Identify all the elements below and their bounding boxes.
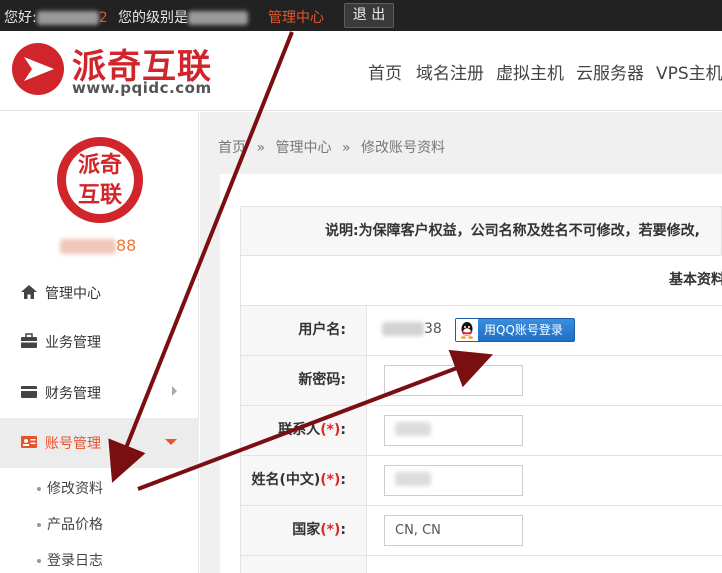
blurred-username-value [382, 322, 424, 336]
breadcrumb-separator: » [341, 140, 351, 156]
contact-label: 联系人(*): [241, 406, 367, 455]
sidebar: 派奇 互联 88 管理中心 业务管理 财务管理 账号管理 修改资料 产品价格 登… [0, 112, 199, 573]
password-input[interactable] [384, 365, 523, 396]
sidebar-item-admin-center[interactable]: 管理中心 [0, 268, 199, 318]
greeting-text: 您好: [4, 10, 37, 26]
row-username: 用户名: 38 用QQ账号登录 [240, 306, 722, 356]
breadcrumb-separator: » [256, 140, 266, 156]
required-mark: (*) [320, 472, 341, 488]
submenu-label: 登录日志 [47, 553, 103, 569]
level-text: 您的级别是 [118, 7, 248, 27]
avatar: 派奇 互联 [57, 137, 143, 223]
home-icon [21, 285, 37, 299]
id-card-icon [21, 436, 37, 448]
label-colon: : [340, 472, 346, 488]
chinese-name-label: 姓名(中文)(*): [241, 456, 367, 505]
sidebar-item-label: 账号管理 [45, 436, 101, 452]
qq-login-button[interactable]: 用QQ账号登录 [455, 318, 575, 342]
blurred-contact-value [395, 422, 431, 436]
bullet-icon [37, 523, 41, 527]
username-label: 用户名: [241, 306, 367, 355]
contact-label-text: 联系人 [278, 422, 321, 438]
card-icon [21, 386, 37, 398]
breadcrumb-current: 修改账号资料 [360, 140, 445, 156]
label-colon: : [340, 522, 346, 538]
greeting: 您好: 2 [4, 7, 108, 27]
required-mark: (*) [320, 422, 341, 438]
qq-icon [456, 319, 478, 341]
greeting-tail: 2 [98, 10, 108, 26]
top-user-bar: 您好: 2 您的级别是 管理中心 退 出 [0, 0, 722, 31]
blurred-username [36, 11, 99, 25]
section-title: 基本资料 [240, 256, 722, 306]
required-mark: (*) [320, 522, 341, 538]
sidebar-item-label: 业务管理 [45, 335, 101, 351]
nav-hosting[interactable]: 虚拟主机 [496, 59, 564, 84]
country-label: 国家(*): [241, 506, 367, 555]
blurred-level [188, 11, 248, 25]
breadcrumb-admin-center[interactable]: 管理中心 [275, 140, 331, 156]
level-label: 您的级别是 [118, 10, 188, 26]
submenu-edit-profile[interactable]: 修改资料 [37, 478, 103, 498]
label-colon: : [340, 422, 346, 438]
sidebar-item-finance[interactable]: 财务管理 [0, 368, 199, 418]
nav-vps[interactable]: VPS主机 [656, 59, 722, 84]
avatar-logo: 派奇 互联 [66, 146, 134, 214]
notice-text: 说明:为保障客户权益，公司名称及姓名不可修改，若要修改, [240, 206, 722, 256]
logo-icon[interactable] [10, 41, 66, 97]
nav-cloud[interactable]: 云服务器 [576, 59, 644, 84]
country-input[interactable]: CN, CN [384, 515, 523, 546]
chinese-name-label-text: 姓名(中文) [251, 472, 321, 488]
submenu-label: 产品价格 [47, 517, 103, 533]
blurred-sidebar-username [60, 239, 116, 254]
submenu-product-price[interactable]: 产品价格 [37, 514, 103, 534]
row-password: 新密码: [240, 356, 722, 406]
sidebar-item-account[interactable]: 账号管理 [0, 418, 199, 468]
chinese-name-input[interactable] [384, 465, 523, 496]
sidebar-username: 88 [60, 236, 136, 255]
qq-button-label: 用QQ账号登录 [484, 323, 563, 337]
logo-url: www.pqidc.com [72, 79, 212, 97]
sidebar-username-tail: 88 [116, 236, 137, 255]
admin-center-link[interactable]: 管理中心 [268, 7, 324, 27]
row-chinese-name: 姓名(中文)(*): [240, 456, 722, 506]
chevron-down-icon [165, 439, 177, 445]
sidebar-item-label: 财务管理 [45, 386, 101, 402]
avatar-text-top: 派奇 [77, 152, 122, 178]
sidebar-item-business[interactable]: 业务管理 [0, 317, 199, 367]
profile-form-card: 说明:为保障客户权益，公司名称及姓名不可修改，若要修改, 基本资料 用户名: 3… [220, 174, 722, 573]
logout-button[interactable]: 退 出 [344, 3, 394, 28]
site-header: 派奇互联 www.pqidc.com 首页 域名注册 虚拟主机 云服务器 VPS… [0, 31, 722, 111]
breadcrumb-home[interactable]: 首页 [218, 140, 246, 156]
nav-domain[interactable]: 域名注册 [416, 59, 484, 84]
sidebar-item-label: 管理中心 [45, 286, 101, 302]
avatar-text-bottom: 互联 [77, 182, 122, 208]
nav-home[interactable]: 首页 [368, 59, 402, 84]
next-label [241, 556, 367, 573]
bullet-icon [37, 559, 41, 563]
submenu-login-log[interactable]: 登录日志 [37, 550, 103, 570]
username-value: 38 [382, 321, 442, 337]
blurred-name-value [395, 472, 431, 486]
username-tail: 38 [424, 321, 442, 337]
country-label-text: 国家 [292, 522, 321, 538]
breadcrumb: 首页 » 管理中心 » 修改账号资料 [218, 137, 445, 157]
row-contact: 联系人(*): [240, 406, 722, 456]
chevron-right-icon [172, 386, 177, 396]
row-country: 国家(*): CN, CN [240, 506, 722, 556]
main-content: 首页 » 管理中心 » 修改账号资料 说明:为保障客户权益，公司名称及姓名不可修… [200, 112, 722, 573]
briefcase-icon [21, 333, 37, 348]
contact-input[interactable] [384, 415, 523, 446]
row-next [240, 556, 722, 573]
bullet-icon [37, 487, 41, 491]
password-label: 新密码: [241, 356, 367, 405]
submenu-label: 修改资料 [47, 481, 103, 497]
